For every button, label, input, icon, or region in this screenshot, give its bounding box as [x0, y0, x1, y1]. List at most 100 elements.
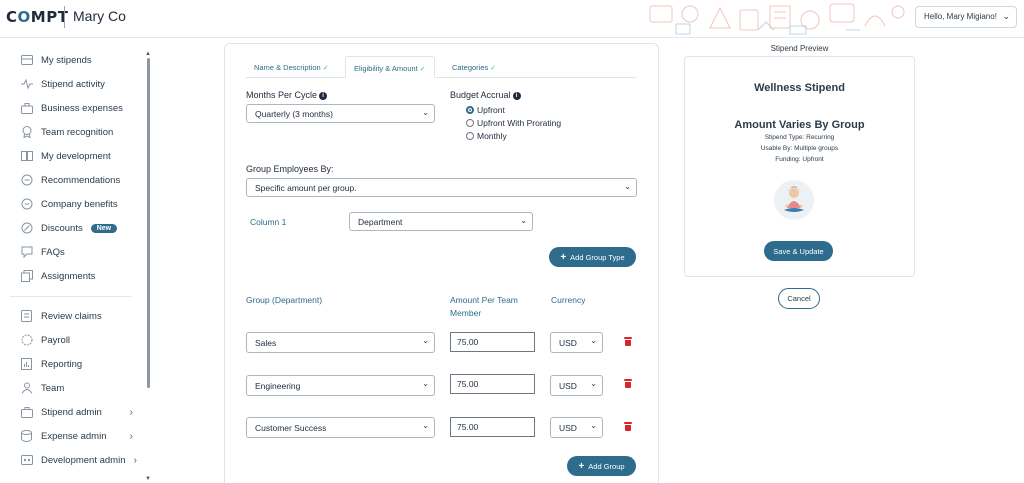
currency-select-engineering[interactable]: USD ⌄ — [550, 375, 603, 396]
sidebar-item-team[interactable]: Team — [20, 379, 145, 397]
percent-icon — [20, 222, 33, 234]
trash-icon[interactable] — [624, 379, 632, 388]
select-value: Customer Success — [255, 423, 327, 433]
wellness-avatar — [774, 180, 814, 220]
scroll-up-arrow-icon[interactable]: ▲ — [145, 51, 151, 57]
tab-categories[interactable]: Categories ✓ — [444, 56, 504, 78]
preview-stipend-name: Wellness Stipend — [754, 82, 845, 94]
column-1-select[interactable]: Department ⌄ — [349, 212, 533, 231]
currency-select-customer-success[interactable]: USD ⌄ — [550, 417, 603, 438]
trash-icon[interactable] — [624, 337, 632, 346]
sidebar-item-review-claims[interactable]: Review claims — [20, 307, 145, 325]
tab-eligibility-amount[interactable]: Eligibility & Amount ✓ — [345, 56, 435, 78]
logo-divider — [64, 6, 65, 28]
group-select-engineering[interactable]: Engineering ⌄ — [246, 375, 435, 396]
select-value: USD — [559, 381, 577, 391]
sidebar-item-discounts[interactable]: Discounts New — [20, 219, 145, 237]
add-group-type-button[interactable]: + Add Group Type — [549, 247, 636, 267]
check-circle-icon: ✓ — [419, 66, 426, 73]
sidebar-item-expense-admin[interactable]: Expense admin › — [20, 427, 145, 445]
group-select-customer-success[interactable]: Customer Success ⌄ — [246, 417, 435, 438]
company-name: Mary Co — [73, 8, 126, 24]
sidebar-item-stipend-activity[interactable]: Stipend activity — [20, 75, 145, 93]
info-icon[interactable]: i — [512, 92, 521, 100]
sidebar-item-stipend-admin[interactable]: Stipend admin › — [20, 403, 145, 421]
compt-logo[interactable]: COMPT — [6, 8, 68, 26]
radio-label: Upfront With Prorating — [477, 118, 562, 128]
scroll-down-arrow-icon[interactable]: ▼ — [145, 476, 151, 482]
sidebar-item-label: Expense admin — [41, 430, 107, 442]
user-menu-dropdown[interactable]: Hello, Mary Migiano! ⌄ — [915, 6, 1017, 28]
sidebar-item-label: Recommendations — [41, 174, 121, 186]
amount-input-sales[interactable]: 75.00 — [450, 332, 535, 352]
dev-icon — [20, 454, 33, 466]
chevron-down-icon: ⌄ — [590, 336, 597, 345]
sidebar-item-team-recognition[interactable]: Team recognition — [20, 123, 145, 141]
chevron-down-icon: ⌄ — [422, 379, 429, 388]
sidebar-item-business-expenses[interactable]: Business expenses — [20, 99, 145, 117]
chart-icon — [20, 358, 33, 370]
trash-icon[interactable] — [624, 422, 632, 431]
tab-name-description[interactable]: Name & Description ✓ — [246, 56, 337, 78]
button-label: Add Group Type — [570, 252, 625, 262]
chevron-down-icon: ⌄ — [520, 216, 527, 225]
column-1-label: Column 1 — [250, 217, 287, 227]
chevron-down-icon: ⌄ — [422, 336, 429, 345]
chevron-down-icon: ⌄ — [590, 421, 597, 430]
radio-label: Upfront — [477, 105, 505, 115]
database-icon — [20, 430, 33, 442]
cancel-button[interactable]: Cancel — [778, 288, 820, 309]
amount-input-customer-success[interactable]: 75.00 — [450, 417, 535, 437]
sidebar-item-label: Team — [41, 382, 65, 394]
radio-selected-icon — [466, 106, 474, 114]
preview-usable-by: Usable By: Multiple groups — [760, 145, 839, 152]
sidebar-item-company-benefits[interactable]: Company benefits — [20, 195, 145, 213]
select-value: Sales — [255, 338, 277, 348]
sidebar-item-recommendations[interactable]: Recommendations — [20, 171, 145, 189]
group-column-header: Group (Department) — [246, 295, 323, 305]
sidebar-item-development-admin[interactable]: Development admin › — [20, 451, 145, 469]
group-select-sales[interactable]: Sales ⌄ — [246, 332, 435, 353]
chevron-right-icon: › — [133, 454, 137, 466]
sidebar-item-payroll[interactable]: Payroll — [20, 331, 145, 349]
tab-label: Eligibility & Amount — [354, 64, 418, 73]
currency-select-sales[interactable]: USD ⌄ — [550, 332, 603, 353]
sidebar-divider — [10, 296, 132, 297]
sidebar-item-label: Assignments — [41, 270, 96, 282]
select-value: Department — [358, 217, 403, 227]
add-group-button[interactable]: + Add Group — [567, 456, 636, 476]
activity-icon — [20, 78, 33, 90]
sidebar-item-label: Stipend admin — [41, 406, 102, 418]
months-per-cycle-select[interactable]: Quarterly (3 months) ⌄ — [246, 104, 435, 123]
amount-input-engineering[interactable]: 75.00 — [450, 374, 535, 394]
chat-icon — [20, 174, 33, 186]
preview-amount-text: Amount Varies By Group — [734, 119, 865, 131]
info-icon[interactable]: i — [319, 92, 328, 100]
sidebar-item-my-development[interactable]: My development — [20, 147, 145, 165]
sidebar-item-label: Discounts — [41, 222, 83, 234]
group-employees-select[interactable]: Specific amount per group. ⌄ — [246, 178, 637, 197]
sidebar-item-reporting[interactable]: Reporting — [20, 355, 145, 373]
document-icon — [20, 310, 33, 322]
sidebar-item-label: Stipend activity — [41, 78, 105, 90]
plus-icon: + — [578, 460, 585, 472]
chevron-right-icon: › — [129, 430, 133, 442]
meditation-icon — [784, 186, 804, 212]
save-update-button[interactable]: Save & Update — [764, 241, 833, 261]
sidebar-scrollbar[interactable] — [147, 58, 150, 388]
radio-upfront[interactable]: Upfront — [466, 105, 505, 115]
button-label: Add Group — [588, 461, 625, 471]
award-icon — [20, 126, 33, 138]
sidebar-item-my-stipends[interactable]: My stipends — [20, 51, 145, 69]
top-bar: COMPT Mary Co Hello, Mary M — [0, 0, 1024, 38]
radio-upfront-prorating[interactable]: Upfront With Prorating — [466, 118, 561, 128]
select-value: Quarterly (3 months) — [255, 109, 333, 119]
sidebar: ▲ ▼ My stipends Stipend activity Busines… — [0, 38, 158, 483]
new-badge: New — [90, 223, 118, 233]
book-icon — [20, 150, 33, 162]
sidebar-item-faqs[interactable]: FAQs — [20, 243, 145, 261]
radio-monthly[interactable]: Monthly — [466, 131, 507, 141]
sidebar-item-label: Review claims — [41, 310, 102, 322]
sidebar-item-assignments[interactable]: Assignments — [20, 267, 145, 285]
radio-unselected-icon — [466, 119, 474, 127]
